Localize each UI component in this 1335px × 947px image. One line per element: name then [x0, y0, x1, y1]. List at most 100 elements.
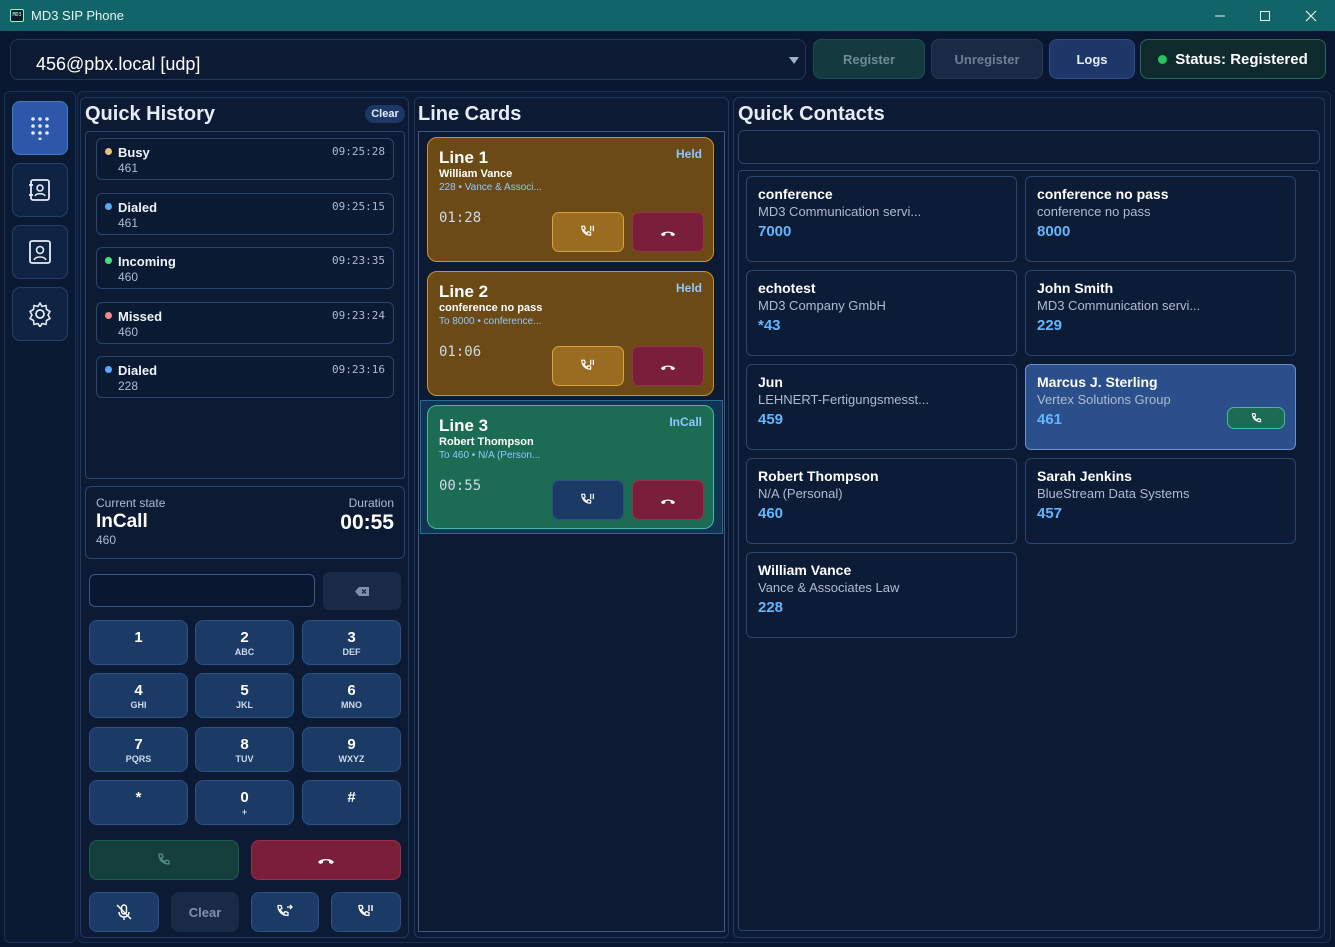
key-3[interactable]: 3 DEF: [302, 620, 401, 665]
minimize-button[interactable]: [1197, 0, 1243, 31]
status-dot-icon: [105, 203, 112, 210]
history-item[interactable]: Dialed 228 09:23:16: [96, 356, 394, 398]
nav-profile[interactable]: [12, 225, 68, 279]
history-item-label: Busy: [118, 145, 150, 160]
line-hangup-button[interactable]: [632, 480, 704, 520]
line-card-2[interactable]: Line 2 Held conference no pass To 8000 •…: [427, 271, 714, 396]
call-button[interactable]: [89, 840, 239, 880]
phone-icon: [158, 853, 170, 865]
hangup-icon: [318, 859, 334, 864]
contact-number: *43: [758, 317, 781, 334]
backspace-icon: [355, 586, 369, 596]
dial-input[interactable]: [89, 574, 315, 607]
phone-pause-icon: [358, 904, 373, 917]
minimize-icon: [1215, 15, 1225, 16]
mic-off-icon: [116, 904, 132, 920]
contact-card-selected[interactable]: Marcus J. Sterling Vertex Solutions Grou…: [1025, 364, 1296, 450]
contact-card[interactable]: Jun LEHNERT-Fertigungsmesst... 459: [746, 364, 1017, 450]
status-dot-icon: [105, 148, 112, 155]
unregister-button[interactable]: Unregister: [931, 39, 1043, 79]
mute-button[interactable]: [89, 892, 159, 932]
contact-card[interactable]: echotest MD3 Company GmbH *43: [746, 270, 1017, 356]
key-1[interactable]: 1: [89, 620, 188, 665]
status-dot-icon: [105, 257, 112, 264]
hold-button[interactable]: [331, 892, 401, 932]
contact-call-button[interactable]: [1227, 407, 1285, 429]
line-state: Held: [675, 281, 702, 295]
contact-card[interactable]: William Vance Vance & Associates Law 228: [746, 552, 1017, 638]
chevron-down-icon: [789, 57, 799, 64]
nav-dialpad[interactable]: [12, 101, 68, 155]
history-item[interactable]: Dialed 461 09:25:15: [96, 193, 394, 235]
key-5[interactable]: 5 JKL: [195, 673, 294, 718]
history-item-time: 09:23:16: [332, 363, 385, 376]
account-value: 456@pbx.local [udp]: [36, 54, 201, 74]
contact-org: Vertex Solutions Group: [1037, 392, 1171, 407]
duration-value: 00:55: [340, 511, 394, 534]
nav-contacts-book[interactable]: [12, 163, 68, 217]
line-time: 00:55: [439, 478, 482, 494]
key-hash[interactable]: #: [302, 780, 401, 825]
account-select[interactable]: 456@pbx.local [udp]: [10, 39, 806, 80]
contact-name: William Vance: [758, 562, 852, 578]
line-card-3[interactable]: Line 3 InCall Robert Thompson To 460 • N…: [427, 405, 714, 529]
contact-search-input[interactable]: [738, 130, 1320, 164]
contact-number: 461: [1037, 411, 1063, 428]
gear-icon: [29, 302, 51, 327]
line-hangup-button[interactable]: [632, 346, 704, 386]
key-9[interactable]: 9 WXYZ: [302, 727, 401, 772]
key-star[interactable]: *: [89, 780, 188, 825]
history-item[interactable]: Missed 460 09:23:24: [96, 302, 394, 344]
history-item[interactable]: Busy 461 09:25:28: [96, 138, 394, 180]
key-4[interactable]: 4 GHI: [89, 673, 188, 718]
transfer-button[interactable]: [251, 892, 319, 932]
contact-org: MD3 Communication servi...: [1037, 298, 1201, 313]
line-hangup-button[interactable]: [632, 212, 704, 252]
contact-card[interactable]: conference MD3 Communication servi... 70…: [746, 176, 1017, 262]
contact-name: Sarah Jenkins: [1037, 468, 1132, 484]
contact-name: conference no pass: [1037, 186, 1169, 202]
contact-card[interactable]: John Smith MD3 Communication servi... 22…: [1025, 270, 1296, 356]
status-dot-icon: [1158, 54, 1168, 64]
contact-card[interactable]: Robert Thompson N/A (Personal) 460: [746, 458, 1017, 544]
line-sub: To 460 • N/A (Person...: [439, 450, 541, 461]
lines-title: Line Cards: [418, 103, 522, 125]
logs-button[interactable]: Logs: [1049, 39, 1135, 79]
key-0[interactable]: 0 +: [195, 780, 294, 825]
line-sub: 228 • Vance & Associ...: [439, 182, 542, 193]
key-8[interactable]: 8 TUV: [195, 727, 294, 772]
key-6[interactable]: 6 MNO: [302, 673, 401, 718]
contact-name: Jun: [758, 374, 783, 390]
hangup-button[interactable]: [251, 840, 401, 880]
status-dot-icon: [105, 366, 112, 373]
line-title: Line 1: [439, 148, 489, 167]
key-2[interactable]: 2 ABC: [195, 620, 294, 665]
maximize-button[interactable]: [1242, 0, 1288, 31]
hold-line-button[interactable]: [552, 480, 624, 520]
nav-settings[interactable]: [12, 287, 68, 341]
history-item-label: Missed: [118, 309, 163, 324]
register-button[interactable]: Register: [813, 39, 925, 79]
close-button[interactable]: [1288, 0, 1334, 31]
contact-name: Marcus J. Sterling: [1037, 374, 1158, 390]
resume-button[interactable]: [552, 346, 624, 386]
resume-button[interactable]: [552, 212, 624, 252]
contacts-title: Quick Contacts: [738, 103, 885, 125]
clear-history-button[interactable]: Clear: [365, 105, 405, 123]
line-title: Line 3: [439, 416, 489, 435]
history-item-label: Dialed: [118, 200, 158, 215]
history-item[interactable]: Incoming 460 09:23:35: [96, 247, 394, 289]
contact-book-icon: [29, 179, 50, 201]
contact-number: 457: [1037, 505, 1063, 522]
nav-rail: [4, 91, 76, 943]
contact-card[interactable]: Sarah Jenkins BlueStream Data Systems 45…: [1025, 458, 1296, 544]
clear-dial-button[interactable]: Clear: [171, 892, 239, 932]
contact-org: LEHNERT-Fertigungsmesst...: [758, 392, 929, 407]
line-card-1[interactable]: Line 1 Held William Vance 228 • Vance & …: [427, 137, 714, 262]
hangup-icon: [660, 499, 676, 504]
contact-card[interactable]: conference no pass conference no pass 80…: [1025, 176, 1296, 262]
backspace-button[interactable]: [323, 572, 401, 610]
contact-number: 7000: [758, 223, 792, 240]
key-7[interactable]: 7 PQRS: [89, 727, 188, 772]
app-logo: MD3: [10, 9, 24, 22]
